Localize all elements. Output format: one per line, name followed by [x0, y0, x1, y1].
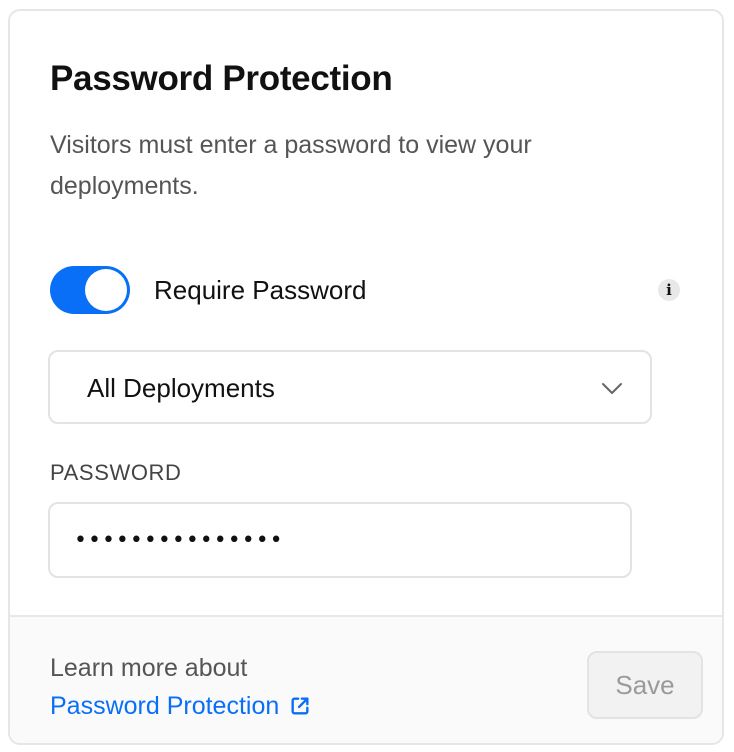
chevron-down-icon — [602, 383, 622, 394]
password-field[interactable] — [48, 502, 632, 578]
info-icon[interactable]: i — [658, 279, 680, 301]
save-button[interactable]: Save — [587, 651, 703, 719]
learn-more-text: Learn more about — [50, 654, 248, 682]
require-password-toggle[interactable] — [50, 266, 130, 314]
toggle-knob — [85, 269, 127, 311]
card-description: Visitors must enter a password to view y… — [50, 131, 532, 200]
password-label: PASSWORD — [50, 460, 182, 485]
select-value: All Deployments — [87, 373, 275, 403]
require-password-label: Require Password — [154, 275, 367, 305]
card-footer: Learn more about Password Protection Sav… — [10, 615, 722, 743]
deployment-scope-select[interactable]: All Deployments — [48, 350, 652, 424]
password-protection-docs-link[interactable]: Password Protection — [50, 689, 311, 723]
docs-link-label: Password Protection — [50, 692, 280, 720]
external-link-icon — [291, 697, 309, 715]
card-title: Password Protection — [50, 59, 393, 98]
password-protection-card: Password Protection Visitors must enter … — [8, 9, 724, 745]
